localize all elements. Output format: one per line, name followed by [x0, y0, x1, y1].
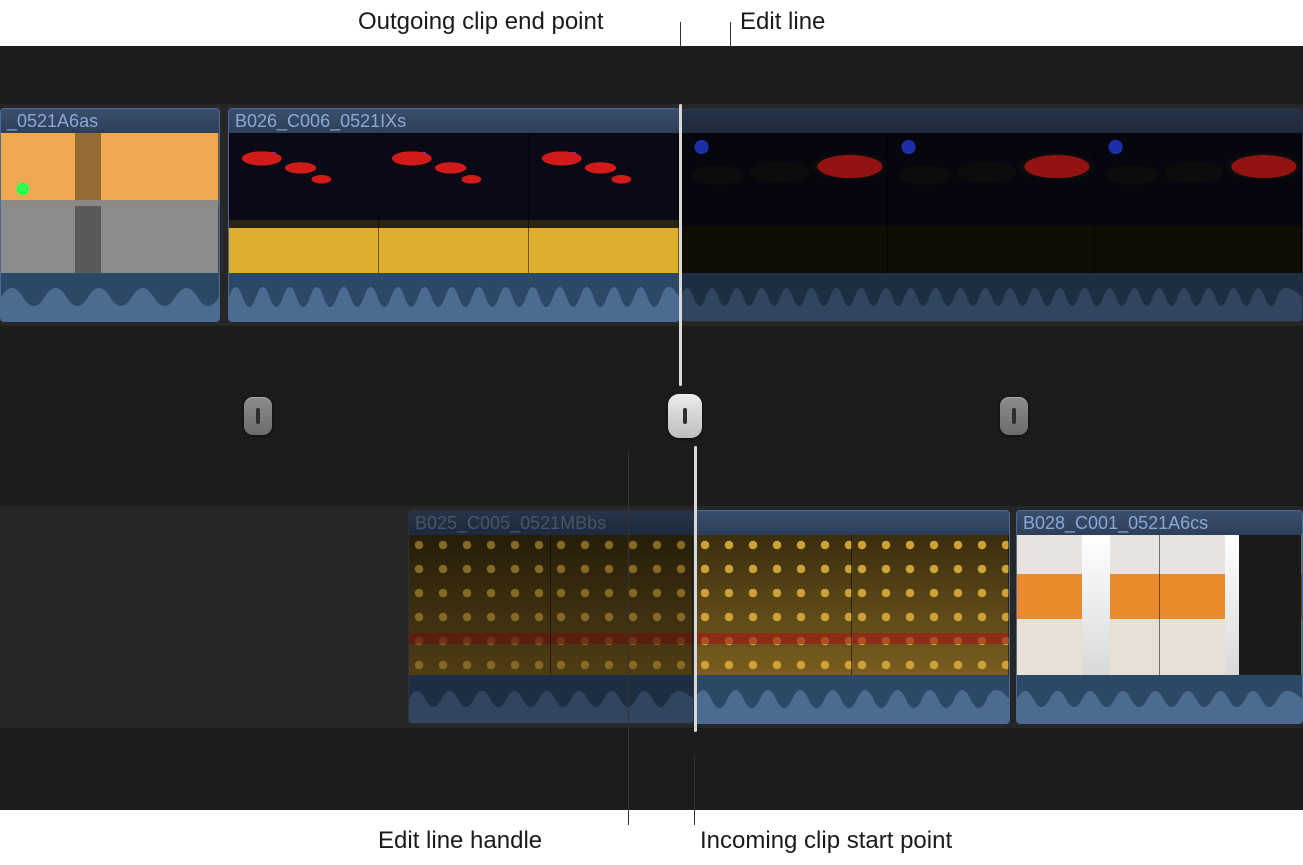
clip-title: B028_C001_0521A6cs [1017, 511, 1302, 535]
lower-track: B025_C005_0521MBbs B028_C001_0521A6cs [0, 506, 1303, 728]
anno-incoming-label: Incoming clip start point [700, 827, 952, 855]
clip-waveform [229, 273, 679, 321]
clip-waveform [409, 675, 693, 723]
upper-track: _0521A6as B026_C006_0521IXs [0, 104, 1303, 326]
outgoing-end-point[interactable] [679, 104, 682, 386]
clip-waveform [681, 273, 1302, 321]
clip[interactable]: B028_C001_0521A6cs [1016, 510, 1303, 724]
clip-waveform [1, 273, 219, 321]
clip[interactable]: _0521A6as [0, 108, 220, 322]
anno-handle-label: Edit line handle [378, 827, 542, 855]
clip-thumbnails [229, 133, 679, 273]
clip-title: B025_C005_0521MBbs [409, 511, 693, 535]
edit-line-handle[interactable] [668, 394, 702, 438]
anno-editline-label: Edit line [740, 8, 825, 36]
clip[interactable] [694, 510, 1010, 724]
edit-handle[interactable] [244, 397, 272, 435]
clip-dimmed[interactable] [680, 108, 1303, 322]
clip-thumbnails [1017, 535, 1302, 675]
anno-leader [694, 755, 695, 825]
incoming-start-point[interactable] [694, 446, 697, 732]
clip-title [695, 511, 1009, 535]
clip-title: B026_C006_0521IXs [229, 109, 679, 133]
clip-waveform [695, 675, 1009, 723]
clip-waveform [1017, 675, 1302, 723]
anno-outgoing-label: Outgoing clip end point [358, 8, 604, 36]
edit-handle-row [0, 376, 1303, 456]
clip-thumbnails [681, 133, 1302, 273]
clip-title: _0521A6as [1, 109, 219, 133]
clip-thumbnails [1, 133, 219, 273]
precision-editor-timeline[interactable]: _0521A6as B026_C006_0521IXs [0, 46, 1303, 810]
clip-dimmed[interactable]: B025_C005_0521MBbs [408, 510, 694, 724]
clip[interactable]: B026_C006_0521IXs [228, 108, 680, 322]
edit-handle[interactable] [1000, 397, 1028, 435]
clip-title [681, 109, 1302, 133]
clip-thumbnails [409, 535, 693, 675]
clip-thumbnails [695, 535, 1009, 675]
anno-leader [628, 450, 629, 825]
